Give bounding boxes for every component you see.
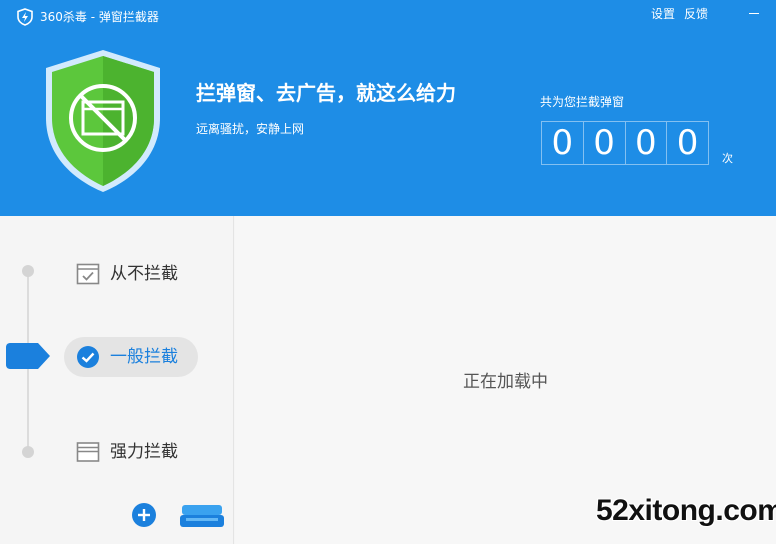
mode-never-label: 从不拦截 <box>110 264 178 284</box>
feedback-link[interactable]: 反馈 <box>684 6 708 22</box>
popup-blocker-window: 360杀毒 - 弹窗拦截器 设置 反馈 拦弹窗、去广告，就这么给力 远离骚扰，安… <box>0 0 776 544</box>
counter-digit: 0 <box>542 122 584 164</box>
mode-normal-label: 一般拦截 <box>110 347 178 367</box>
mode-strong-block[interactable]: 强力拦截 <box>64 432 214 472</box>
app-title: 360杀毒 - 弹窗拦截器 <box>40 10 159 24</box>
tray-icon[interactable] <box>180 503 224 529</box>
blocked-counter: 0 0 0 0 <box>541 121 709 165</box>
header-banner: 360杀毒 - 弹窗拦截器 设置 反馈 拦弹窗、去广告，就这么给力 远离骚扰，安… <box>0 0 776 216</box>
counter-unit: 次 <box>722 152 733 165</box>
mode-normal-block[interactable]: 一般拦截 <box>64 337 198 377</box>
mode-slider-handle[interactable] <box>6 343 50 369</box>
counter-digit: 0 <box>626 122 668 164</box>
shield-blocked-window-icon <box>46 50 160 192</box>
title-bar: 360杀毒 - 弹窗拦截器 设置 反馈 <box>0 0 776 30</box>
site-watermark: 52xitong.com <box>596 494 776 527</box>
loading-status: 正在加载中 <box>463 372 548 392</box>
check-circle-icon <box>77 346 99 368</box>
mode-never-block[interactable]: 从不拦截 <box>64 254 214 294</box>
settings-link[interactable]: 设置 <box>651 6 675 22</box>
slogan-subtitle: 远离骚扰，安静上网 <box>196 122 305 136</box>
mode-sidebar: 从不拦截 一般拦截 强力拦截 <box>0 216 234 544</box>
counter-label: 共为您拦截弹窗 <box>540 95 625 109</box>
mode-strong-label: 强力拦截 <box>110 442 178 462</box>
plus-circle-icon[interactable] <box>131 502 157 528</box>
slogan-heading: 拦弹窗、去广告，就这么给力 <box>196 81 456 105</box>
lightning-shield-icon <box>17 8 33 26</box>
counter-digit: 0 <box>676 123 699 163</box>
counter-digit: 0 <box>584 122 626 164</box>
mode-slider-stop-never[interactable] <box>22 265 34 277</box>
window-check-icon <box>76 263 100 285</box>
window-stack-icon <box>76 442 100 462</box>
minimize-icon[interactable] <box>740 2 766 22</box>
mode-slider-stop-strong[interactable] <box>22 446 34 458</box>
